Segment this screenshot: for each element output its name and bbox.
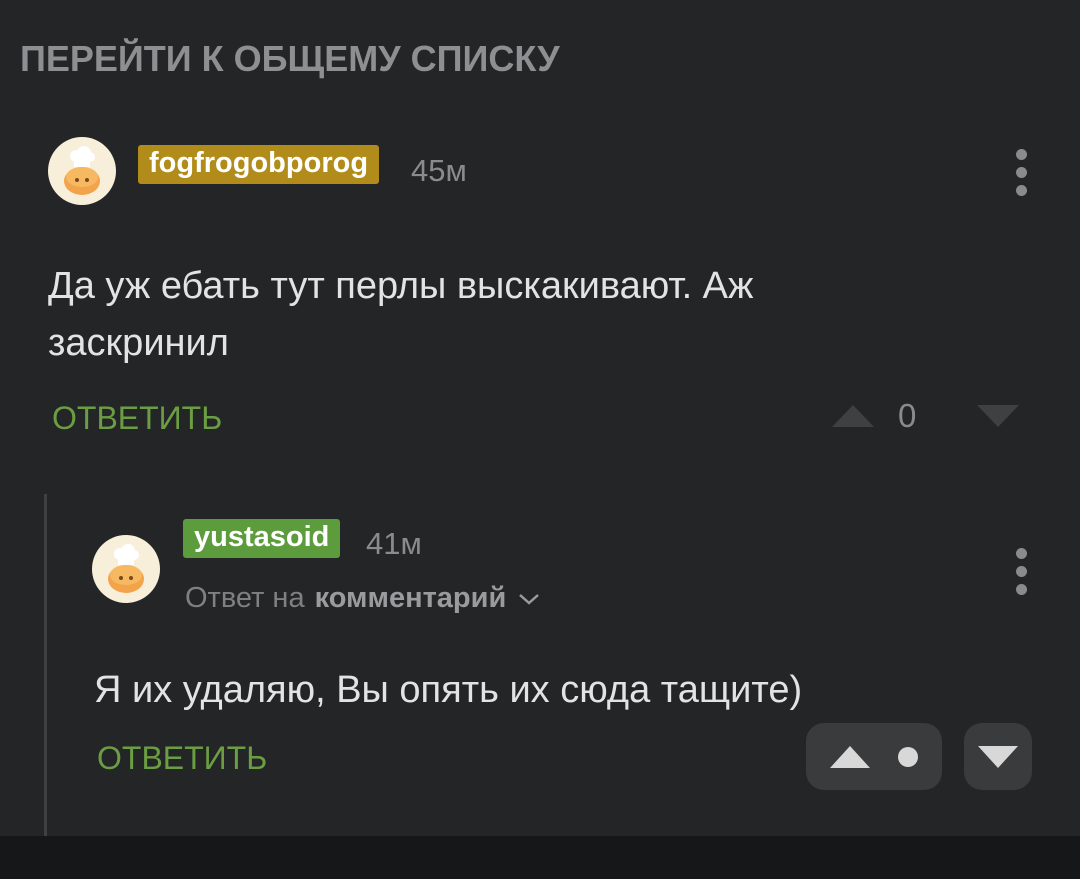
upvote-icon (830, 745, 870, 768)
thread-line (44, 494, 47, 836)
more-options-icon[interactable] (1015, 548, 1027, 595)
avatar[interactable] (92, 535, 160, 603)
reply-button[interactable]: ОТВЕТИТЬ (97, 740, 267, 777)
downvote-icon[interactable] (977, 405, 1019, 427)
chevron-down-icon (519, 593, 540, 605)
avatar[interactable] (48, 137, 116, 205)
downvote-icon (978, 745, 1018, 768)
vote-dot-icon (898, 746, 918, 767)
upvote-icon[interactable] (832, 405, 874, 427)
author-badge[interactable]: yustasoid (183, 519, 341, 558)
chef-cookie-avatar-icon (108, 544, 144, 593)
reply-to-prefix: Ответ на (185, 582, 305, 614)
author-badge[interactable]: fogfrogobporog (138, 145, 380, 184)
reply-button[interactable]: ОТВЕТИТЬ (52, 400, 222, 437)
vote-score: 0 (898, 397, 917, 434)
more-options-icon[interactable] (1015, 149, 1027, 196)
chef-cookie-avatar-icon (64, 146, 100, 195)
reply-to-link[interactable]: Ответ на комментарий (185, 582, 540, 615)
downvote-button[interactable] (964, 723, 1032, 790)
back-to-list-link[interactable]: ПЕРЕЙТИ К ОБЩЕМУ СПИСКУ (20, 38, 560, 80)
bottom-bar (0, 836, 1080, 879)
reply-to-target: комментарий (314, 582, 507, 614)
comment-time: 41м (366, 526, 422, 561)
comment-time: 45м (411, 153, 467, 188)
comment-text: Я их удаляю, Вы опять их сюда тащите) (94, 669, 803, 711)
upvote-button[interactable] (806, 723, 942, 790)
comment-text: Да уж ебать тут перлы выскакивают. Аж за… (48, 265, 754, 364)
